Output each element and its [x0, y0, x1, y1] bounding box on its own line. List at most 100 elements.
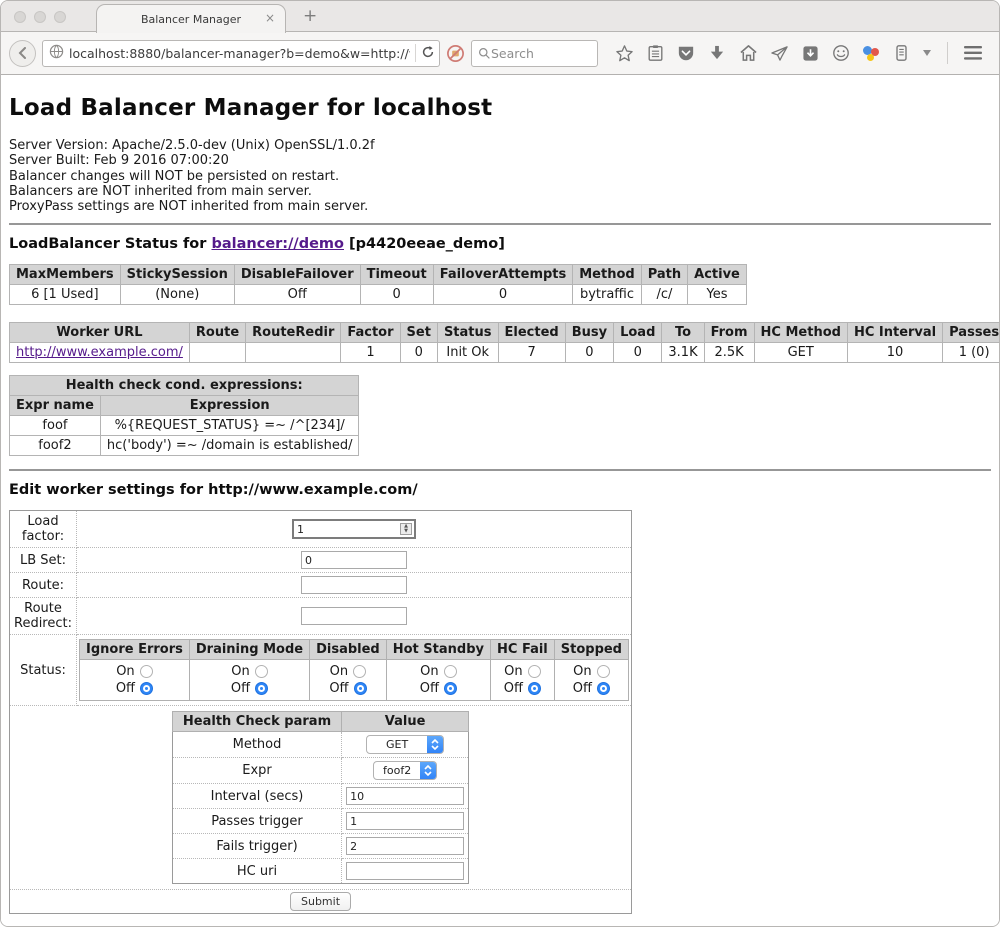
- zoom-window-button[interactable]: [54, 11, 66, 23]
- col-passes: Passes: [943, 323, 1000, 343]
- share-send-icon[interactable]: [769, 43, 789, 63]
- reading-list-icon[interactable]: [645, 43, 665, 63]
- col-maxmembers: MaxMembers: [10, 265, 121, 285]
- col-hc-method: HC Method: [754, 323, 847, 343]
- status-radio-row: On Off On Off On Off: [80, 660, 629, 701]
- url-divider: [415, 44, 416, 62]
- hc-fails-label: Fails trigger): [172, 834, 341, 859]
- hc-expr-select[interactable]: foof2: [373, 761, 437, 780]
- hc-uri-label: HC uri: [172, 859, 341, 884]
- off-label: Off: [116, 680, 135, 697]
- on-label: On: [420, 663, 438, 680]
- reload-button[interactable]: [421, 44, 435, 63]
- hot-standby-radios: On Off: [386, 660, 490, 701]
- download-icon[interactable]: [707, 43, 727, 63]
- draining-mode-radios: On Off: [189, 660, 309, 701]
- hc-expr-value-cell: foof2: [342, 758, 469, 784]
- off-label: Off: [504, 680, 523, 697]
- hc-fail-off-radio[interactable]: [528, 682, 541, 695]
- tab-bar: Balancer Manager × +: [1, 1, 999, 32]
- container-extension-icon[interactable]: [891, 43, 911, 63]
- ignore-errors-on-radio[interactable]: [140, 665, 153, 678]
- col-worker-url: Worker URL: [10, 323, 190, 343]
- color-dots-extension-icon[interactable]: [862, 44, 880, 62]
- off-label: Off: [329, 680, 348, 697]
- bookmark-star-icon[interactable]: [614, 43, 634, 63]
- hc-uri-value-cell: [342, 859, 469, 884]
- draining-mode-off-radio[interactable]: [255, 682, 268, 695]
- menu-hamburger-icon[interactable]: [963, 43, 983, 63]
- route-redirect-row: Route Redirect:: [10, 598, 632, 635]
- submit-button[interactable]: Submit: [290, 892, 351, 911]
- new-tab-button[interactable]: +: [303, 6, 317, 26]
- route-input[interactable]: [301, 576, 407, 594]
- hc-fail-on-radio[interactable]: [528, 665, 541, 678]
- route-redirect-input[interactable]: [301, 607, 407, 625]
- lb-status-header-row: MaxMembers StickySession DisableFailover…: [10, 265, 747, 285]
- hc-uri-input[interactable]: [346, 862, 464, 880]
- minimize-window-button[interactable]: [34, 11, 46, 23]
- draining-mode-on-radio[interactable]: [255, 665, 268, 678]
- back-arrow-icon: [17, 47, 29, 59]
- chat-smiley-icon[interactable]: [831, 43, 851, 63]
- load-factor-cell: ▲▼: [77, 511, 632, 548]
- stickysession-value: (None): [120, 285, 234, 305]
- tab-balancer-manager[interactable]: Balancer Manager ×: [96, 4, 286, 33]
- url-bar[interactable]: localhost:8880/balancer-manager?b=demo&w…: [42, 40, 440, 67]
- stopped-off-radio[interactable]: [597, 682, 610, 695]
- close-window-button[interactable]: [14, 11, 26, 23]
- load-factor-input[interactable]: [292, 519, 416, 539]
- lb-set-input[interactable]: [301, 551, 407, 569]
- page-title: Load Balancer Manager for localhost: [9, 75, 991, 121]
- tab-close-icon[interactable]: ×: [265, 12, 275, 24]
- hc-fails-input[interactable]: [346, 837, 464, 855]
- search-bar[interactable]: [471, 40, 598, 67]
- load-cell: 0: [614, 343, 662, 363]
- col-load: Load: [614, 323, 662, 343]
- worker-url-link[interactable]: http://www.example.com/: [16, 345, 183, 360]
- disabled-on-radio[interactable]: [353, 665, 366, 678]
- content-blocked-icon[interactable]: [446, 43, 465, 63]
- route-cell-form: [77, 573, 632, 598]
- overflow-caret-icon[interactable]: [922, 43, 932, 63]
- hc-method-label: Method: [172, 732, 341, 758]
- persist-notice-line: Balancer changes will NOT be persisted o…: [9, 169, 991, 184]
- window-controls: [14, 11, 66, 23]
- col-ignore-errors: Ignore Errors: [80, 640, 190, 660]
- save-to-device-icon[interactable]: [800, 43, 820, 63]
- toolbar-separator: [947, 42, 948, 64]
- url-text[interactable]: localhost:8880/balancer-manager?b=demo&w…: [69, 46, 410, 61]
- on-label: On: [504, 663, 522, 680]
- edit-worker-heading: Edit worker settings for http://www.exam…: [9, 482, 991, 498]
- hc-method-select[interactable]: GET: [366, 735, 444, 754]
- workers-header-row: Worker URL Route RouteRedir Factor Set S…: [10, 323, 1000, 343]
- disabled-off-radio[interactable]: [354, 682, 367, 695]
- col-failoverattempts: FailoverAttempts: [433, 265, 573, 285]
- submit-cell: Submit: [10, 890, 632, 914]
- home-icon[interactable]: [738, 43, 758, 63]
- hc-params-row: Health Check param Value Method GET: [10, 706, 632, 890]
- failoverattempts-value: 0: [433, 285, 573, 305]
- search-input[interactable]: [491, 46, 591, 61]
- number-stepper-icon[interactable]: ▲▼: [400, 523, 412, 535]
- ignore-errors-off-radio[interactable]: [140, 682, 153, 695]
- hc-interval-input[interactable]: [346, 787, 464, 805]
- back-button[interactable]: [9, 40, 36, 67]
- col-expression: Expression: [100, 396, 359, 416]
- on-label: On: [573, 663, 591, 680]
- balancer-demo-link[interactable]: balancer://demo: [211, 236, 344, 252]
- lb-set-row: LB Set:: [10, 548, 632, 573]
- expr-value-foof: %{REQUEST_STATUS} =~ /^[234]/: [100, 416, 359, 436]
- hot-standby-on-radio[interactable]: [444, 665, 457, 678]
- hot-standby-off-radio[interactable]: [444, 682, 457, 695]
- col-method: Method: [573, 265, 641, 285]
- ignore-errors-radios: On Off: [80, 660, 190, 701]
- pocket-icon[interactable]: [676, 43, 696, 63]
- hc-passes-input[interactable]: [346, 812, 464, 830]
- stopped-on-radio[interactable]: [597, 665, 610, 678]
- col-active: Active: [688, 265, 747, 285]
- server-version-line: Server Version: Apache/2.5.0-dev (Unix) …: [9, 138, 991, 153]
- load-factor-label: Load factor:: [10, 511, 77, 548]
- site-identity-globe-icon[interactable]: [49, 44, 64, 63]
- hc-interval-value-cell: [342, 784, 469, 809]
